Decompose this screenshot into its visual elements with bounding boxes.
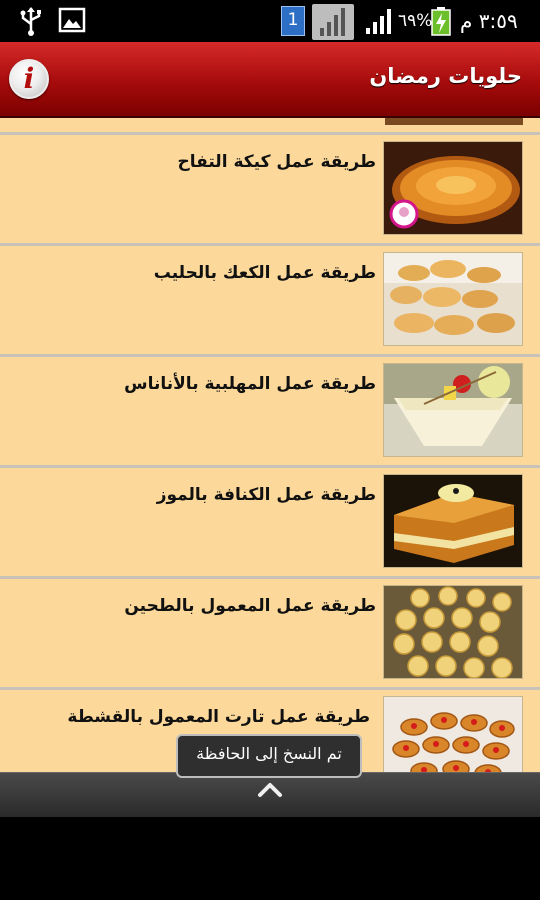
sim-icon: 1 bbox=[281, 6, 305, 36]
apple-cake-image bbox=[383, 141, 523, 235]
flour-maamoul-image bbox=[383, 585, 523, 679]
battery-percent: ٦٩% bbox=[398, 11, 433, 31]
banana-kunafa-image bbox=[383, 474, 523, 568]
clock: ٣:٥٩ م bbox=[460, 9, 518, 33]
list-item[interactable]: طريقة عمل المهلبية بالأناناس bbox=[0, 354, 540, 465]
recipe-title: طريقة عمل المهلبية بالأناناس bbox=[124, 374, 376, 394]
toast: تم النسخ إلى الحافظة bbox=[176, 734, 362, 778]
bottom-bar[interactable] bbox=[0, 772, 540, 817]
signal-icon bbox=[312, 4, 354, 40]
notification-count: 1 bbox=[287, 10, 299, 30]
recipe-title: طريقة عمل المعمول بالطحين bbox=[124, 596, 376, 616]
info-icon: i bbox=[23, 62, 35, 95]
recipe-title: طريقة عمل الكعك بالحليب bbox=[153, 263, 376, 283]
list-item[interactable]: طريقة عمل الكنافة بالموز bbox=[0, 465, 540, 576]
pineapple-pudding-image bbox=[383, 363, 523, 457]
chevron-up-icon[interactable] bbox=[257, 781, 283, 799]
toast-message: تم النسخ إلى الحافظة bbox=[196, 744, 342, 763]
usb-icon bbox=[20, 7, 41, 36]
recipe-title: طريقة عمل الكنافة بالموز bbox=[156, 485, 376, 505]
app-bar: i حلويات رمضان bbox=[0, 42, 540, 118]
cream-maamoul-tart-image bbox=[383, 696, 523, 772]
app-title: حلويات رمضان bbox=[369, 64, 522, 88]
list-item[interactable]: طريقة عمل الكعك بالحليب bbox=[0, 243, 540, 354]
list-item[interactable]: طريقة عمل كيكة التفاح bbox=[0, 132, 540, 243]
battery-icon bbox=[431, 7, 451, 36]
list-item[interactable]: طريقة عمل المعمول بالطحين bbox=[0, 576, 540, 687]
milk-cookies-image bbox=[383, 252, 523, 346]
recipe-title: طريقة عمل تارت المعمول بالقشطة bbox=[67, 707, 370, 727]
info-button[interactable]: i bbox=[9, 59, 49, 99]
recipe-title: طريقة عمل كيكة التفاح bbox=[177, 152, 377, 172]
list-item-thumbnail bbox=[385, 118, 523, 125]
status-bar: ٣:٥٩ م ٦٩% 1 bbox=[0, 0, 540, 42]
image-icon bbox=[58, 7, 86, 33]
recipe-list[interactable]: طريقة عمل كيكة التفاح طريقة عمل الكعك با… bbox=[0, 118, 540, 772]
wifi-signal-icon bbox=[366, 9, 391, 34]
